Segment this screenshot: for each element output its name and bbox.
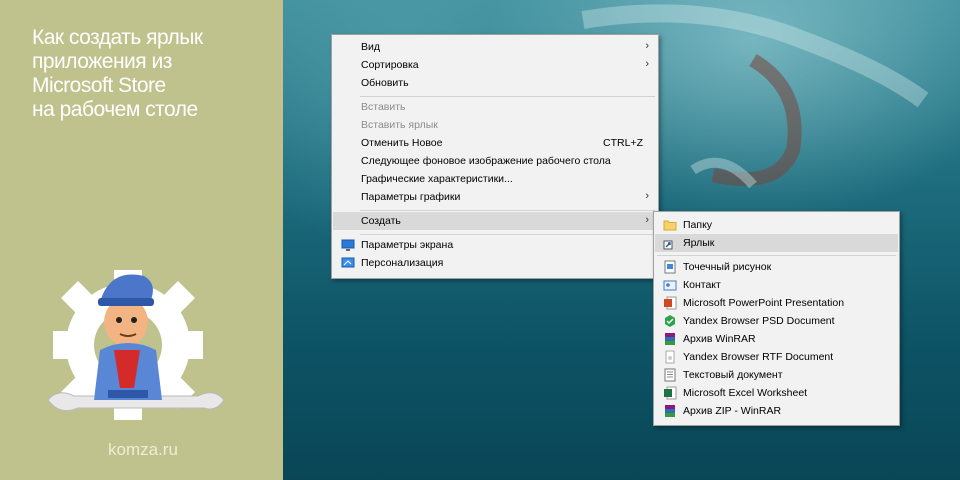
personalize-icon	[341, 257, 355, 268]
zip-icon	[665, 405, 675, 417]
submenu-item-excel[interactable]: Microsoft Excel Worksheet	[655, 384, 898, 402]
menu-item-display-settings[interactable]: Параметры экрана	[333, 236, 657, 254]
menu-item-view[interactable]: Вид ›	[333, 38, 657, 56]
display-icon	[341, 239, 355, 251]
menu-item-paste-shortcut[interactable]: Вставить ярлык	[333, 116, 657, 134]
chevron-right-icon: ›	[645, 58, 649, 70]
menu-item-graphics-properties[interactable]: Графические характеристики...	[333, 170, 657, 188]
chevron-right-icon: ›	[645, 40, 649, 52]
winrar-icon	[665, 333, 675, 345]
menu-separator	[360, 96, 655, 97]
menu-item-graphics-options[interactable]: Параметры графики ›	[333, 188, 657, 206]
submenu-item-yandex-rtf[interactable]: Yandex Browser RTF Document	[655, 348, 898, 366]
menu-item-personalization[interactable]: Персонализация	[333, 254, 657, 272]
rtf-icon	[665, 350, 675, 364]
mascot-illustration	[47, 270, 225, 420]
contact-icon	[663, 280, 677, 291]
submenu-item-folder[interactable]: Папку	[655, 216, 898, 234]
chevron-right-icon: ›	[645, 190, 649, 202]
shortcut-icon	[663, 240, 673, 250]
menu-item-refresh[interactable]: Обновить	[333, 74, 657, 92]
site-name: komza.ru	[108, 440, 178, 459]
shortcut-label: CTRL+Z	[603, 137, 643, 149]
submenu-item-yandex-psd[interactable]: Yandex Browser PSD Document	[655, 312, 898, 330]
menu-separator	[657, 255, 896, 256]
submenu-item-shortcut[interactable]: Ярлык	[655, 234, 898, 252]
menu-separator	[360, 234, 655, 235]
bitmap-icon	[664, 260, 676, 274]
powerpoint-icon	[664, 296, 677, 310]
menu-item-paste[interactable]: Вставить	[333, 98, 657, 116]
menu-separator	[360, 210, 655, 211]
article-panel: Как создать ярлык приложения из Microsof…	[0, 0, 283, 480]
submenu-item-winrar[interactable]: Архив WinRAR	[655, 330, 898, 348]
menu-item-undo-new[interactable]: Отменить Новое CTRL+Z	[333, 134, 657, 152]
submenu-item-zip[interactable]: Архив ZIP - WinRAR	[655, 402, 898, 420]
desktop-context-menu: Вид › Сортировка › Обновить Вставить Вст…	[331, 34, 659, 279]
article-title: Как создать ярлык приложения из Microsof…	[32, 26, 203, 121]
menu-item-sort[interactable]: Сортировка ›	[333, 56, 657, 74]
submenu-item-bitmap[interactable]: Точечный рисунок	[655, 258, 898, 276]
menu-item-create[interactable]: Создать ›	[333, 212, 657, 230]
submenu-item-contact[interactable]: Контакт	[655, 276, 898, 294]
submenu-item-powerpoint[interactable]: Microsoft PowerPoint Presentation	[655, 294, 898, 312]
chevron-right-icon: ›	[645, 214, 649, 226]
excel-icon	[664, 386, 677, 400]
folder-icon	[663, 220, 677, 231]
text-doc-icon	[664, 368, 676, 382]
menu-item-next-background[interactable]: Следующее фоновое изображение рабочего с…	[333, 152, 657, 170]
yandex-psd-icon	[665, 315, 675, 327]
create-submenu: Папку Ярлык Точечный рисунок Контакт Mic…	[653, 211, 900, 426]
submenu-item-text-document[interactable]: Текстовый документ	[655, 366, 898, 384]
